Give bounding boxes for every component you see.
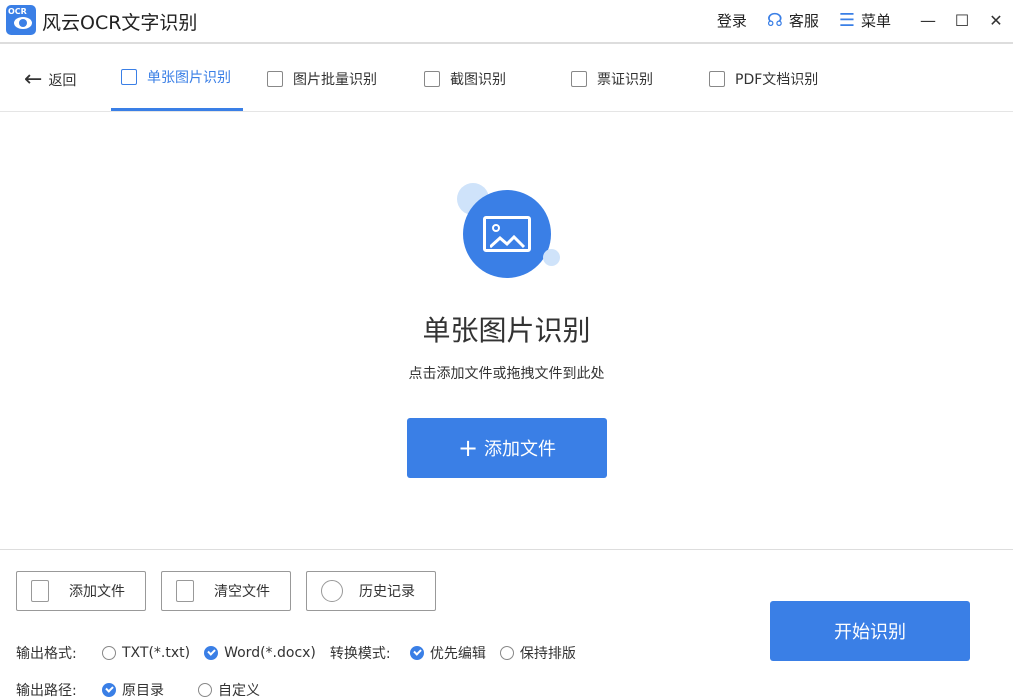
output-format-row: 输出格式: TXT(*.txt) Word(*.docx) 转换模式: 优先编辑… [16,643,590,663]
option-label: 自定义 [218,683,260,699]
nav-tabs: ← 返回 单张图片识别 图片批量识别 截图识别 票证识别 PDF文档识别 [0,46,1013,112]
menu-label: 菜单 [860,11,891,30]
tab-receipt[interactable]: 票证识别 [571,46,653,112]
tab-label: 图片批量识别 [293,72,377,88]
option-label: 原目录 [122,683,164,699]
option-label: Word(*.docx) [224,645,316,661]
clear-label: 清空文件 [214,584,270,600]
image-icon [121,69,137,85]
logo-text: OCR [8,7,27,16]
app-title: 风云OCR文字识别 [42,12,198,34]
menu-icon: ☰ [838,9,855,31]
history-button[interactable]: 历史记录 [306,571,436,611]
arrow-left-icon: ← [24,67,43,92]
format-txt-radio[interactable]: TXT(*.txt) [102,645,190,661]
scan-icon [571,71,587,87]
upload-icon [267,71,283,87]
tab-label: 单张图片识别 [147,70,231,86]
history-label: 历史记录 [359,584,415,600]
login-link[interactable]: 登录 [717,10,753,31]
option-label: 保持排版 [519,646,576,662]
option-label: 优先编辑 [429,646,486,662]
hero-title: 单张图片识别 [422,314,591,347]
picture-icon [463,190,551,278]
tab-label: 截图识别 [450,72,506,88]
add-file-label: 添加文件 [484,439,557,460]
path-label: 输出路径: [16,683,77,699]
trash-icon [176,580,194,602]
decor-bubble [543,249,560,266]
maximize-button[interactable]: ☐ [945,11,979,30]
mode-label: 转换模式: [329,646,391,662]
tab-label: PDF文档识别 [735,72,819,88]
format-label: 输出格式: [16,646,77,662]
tab-batch-image[interactable]: 图片批量识别 [267,46,377,112]
path-custom-radio[interactable]: 自定义 [198,680,260,700]
back-label: 返回 [48,73,77,89]
menu-button[interactable]: ☰ 菜单 [839,10,897,31]
service-button[interactable]: ☊ 客服 [767,10,825,31]
format-word-radio[interactable]: Word(*.docx) [204,645,316,661]
tab-label: 票证识别 [597,72,653,88]
add-file-button[interactable]: 添加文件 [16,571,146,611]
path-original-radio[interactable]: 原目录 [102,680,164,700]
service-label: 客服 [788,11,819,30]
output-path-row: 输出路径: 原目录 自定义 [16,680,274,700]
drop-zone[interactable]: 单张图片识别 点击添加文件或拖拽文件到此处 + 添加文件 [0,113,1013,550]
tab-pdf[interactable]: PDF文档识别 [709,46,818,112]
back-button[interactable]: ← 返回 [24,67,77,92]
hero-subtitle: 点击添加文件或拖拽文件到此处 [408,366,605,382]
title-bar: OCR 风云OCR文字识别 登录 ☊ 客服 ☰ 菜单 — ☐ ✕ [0,0,1013,44]
minimize-button[interactable]: — [911,11,945,30]
crop-icon [424,71,440,87]
mode-layout-radio[interactable]: 保持排版 [499,643,576,663]
plus-icon: + [457,434,479,462]
pdf-icon [709,71,725,87]
close-button[interactable]: ✕ [979,11,1013,30]
add-file-main-button[interactable]: + 添加文件 [407,418,607,478]
add-label: 添加文件 [69,584,125,600]
file-add-icon [31,580,49,602]
headset-icon: ☊ [766,9,783,31]
start-recognition-button[interactable]: 开始识别 [770,601,970,661]
start-label: 开始识别 [834,622,906,643]
option-label: TXT(*.txt) [122,645,191,661]
login-label: 登录 [716,11,747,30]
app-logo: OCR [6,5,36,35]
mode-edit-radio[interactable]: 优先编辑 [409,643,486,663]
tab-single-image[interactable]: 单张图片识别 [111,46,243,111]
clear-files-button[interactable]: 清空文件 [161,571,291,611]
tab-screenshot[interactable]: 截图识别 [424,46,506,112]
clock-icon [321,580,343,602]
